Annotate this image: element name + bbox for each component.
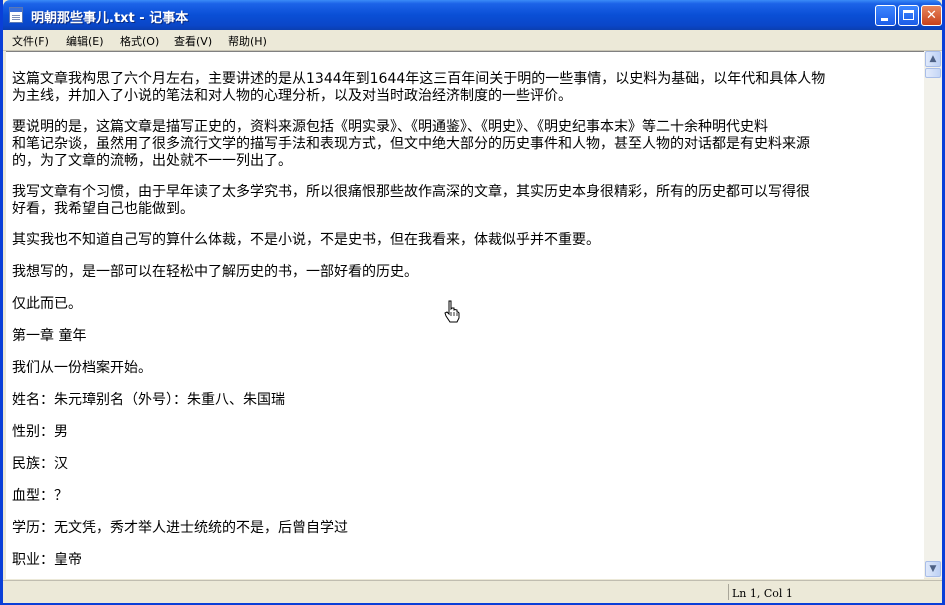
- text-line: 性别：男: [12, 424, 68, 440]
- text-line: 我想写的，是一部可以在轻松中了解历史的书，一部好看的历史。: [12, 264, 418, 280]
- text-line: 学历：无文凭，秀才举人进士统统的不是，后曾自学过: [12, 520, 348, 536]
- menu-help[interactable]: 帮助(H): [228, 33, 267, 49]
- cursor-position: Ln 1, Col 1: [732, 587, 793, 600]
- maximize-button[interactable]: [898, 5, 919, 26]
- menu-format[interactable]: 格式(O): [120, 33, 159, 49]
- text-line: 第一章 童年: [12, 328, 87, 344]
- text-editor[interactable]: 这篇文章我构思了六个月左右，主要讲述的是从1344年到1644年这三百年间关于明…: [6, 51, 924, 579]
- notepad-window: 明朝那些事儿.txt - 记事本 ✕ 文件(F) 编辑(E) 格式(O) 查看(…: [0, 0, 945, 605]
- maximize-icon: [903, 10, 914, 20]
- close-button[interactable]: ✕: [921, 5, 942, 26]
- title-bar[interactable]: 明朝那些事儿.txt - 记事本 ✕: [3, 0, 942, 30]
- scroll-up-button[interactable]: ▲: [925, 51, 941, 67]
- chevron-down-icon: ▼: [929, 564, 937, 574]
- status-bar: Ln 1, Col 1: [3, 580, 942, 603]
- chevron-up-icon: ▲: [929, 54, 937, 64]
- text-line: 姓名：朱元璋别名（外号）：朱重八、朱国瑞: [12, 392, 285, 408]
- text-line: 的，为了文章的流畅，出处就不一一列出了。: [12, 153, 292, 169]
- status-divider: [728, 584, 729, 600]
- scroll-thumb[interactable]: [925, 68, 941, 78]
- notepad-icon[interactable]: [9, 7, 23, 23]
- menu-file[interactable]: 文件(F): [12, 33, 49, 49]
- hand-cursor-icon: [444, 300, 460, 323]
- text-line: 为主线，并加入了小说的笔法和对人物的心理分析，以及对当时政治经济制度的一些评价。: [12, 88, 572, 104]
- minimize-button[interactable]: [875, 5, 896, 26]
- text-line: 好看，我希望自己也能做到。: [12, 201, 194, 217]
- text-line: 我们从一份档案开始。: [12, 360, 152, 376]
- text-line: 仅此而已。: [12, 296, 82, 312]
- minimize-icon: [881, 18, 888, 21]
- scroll-down-button[interactable]: ▼: [925, 561, 941, 577]
- vertical-scrollbar[interactable]: ▲ ▼: [924, 51, 942, 578]
- text-line: 民族：汉: [12, 456, 68, 472]
- menu-view[interactable]: 查看(V): [174, 33, 212, 49]
- text-line: 职业：皇帝: [12, 552, 82, 568]
- menu-edit[interactable]: 编辑(E): [66, 33, 104, 49]
- close-icon: ✕: [926, 8, 937, 23]
- menu-bar: 文件(F) 编辑(E) 格式(O) 查看(V) 帮助(H): [3, 30, 942, 51]
- text-line: 其实我也不知道自己写的算什么体裁，不是小说，不是史书，但在我看来，体裁似乎并不重…: [12, 232, 600, 248]
- window-title: 明朝那些事儿.txt - 记事本: [31, 11, 189, 26]
- text-line: 血型：？: [12, 488, 68, 504]
